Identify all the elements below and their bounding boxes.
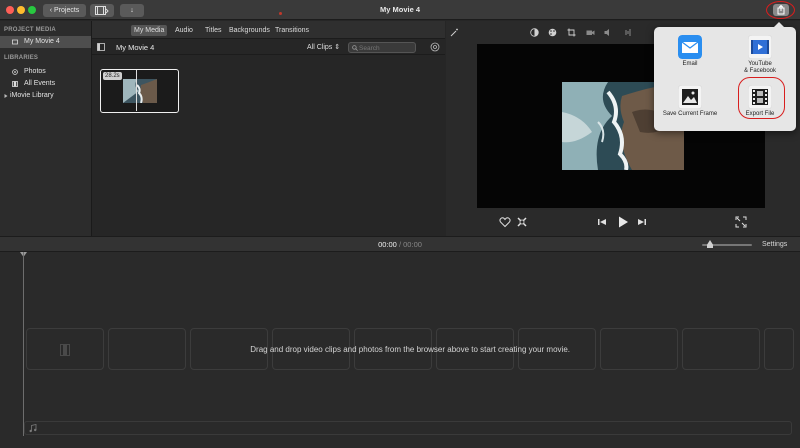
music-note-icon: [29, 424, 37, 433]
sidebar-item-all-events[interactable]: All Events: [0, 78, 91, 90]
clip-filter-dropdown[interactable]: All Clips ⇕: [307, 43, 340, 51]
title-bar: ‹ Projects ↓ My Movie 4: [0, 0, 800, 20]
sidebar-item-label: My Movie 4: [24, 38, 60, 45]
media-browser: My Media Audio Titles Backgrounds Transi…: [92, 21, 445, 236]
media-clip-thumbnail[interactable]: 28.2s: [100, 69, 179, 113]
browser-title: My Movie 4: [116, 43, 155, 52]
favorite-heart-icon[interactable]: [499, 216, 511, 228]
reject-icon[interactable]: [516, 216, 528, 228]
sidebar-item-label: Photos: [24, 68, 46, 75]
sidebar-item-label: iMovie Library: [10, 92, 54, 99]
clip-skimmer-line: [136, 70, 137, 111]
libraries-header: LIBRARIES: [4, 55, 39, 61]
window-title: My Movie 4: [379, 5, 420, 14]
timecode-separator: /: [398, 240, 402, 249]
tab-backgrounds[interactable]: Backgrounds: [229, 25, 270, 36]
libraries-sidebar: PROJECT MEDIA My Movie 4 LIBRARIES Photo…: [0, 21, 92, 236]
recording-indicator: [279, 12, 282, 15]
volume-icon[interactable]: [604, 28, 613, 37]
drop-zone-slot: [600, 328, 678, 370]
tab-transitions[interactable]: Transitions: [275, 25, 309, 36]
updown-chevron-icon: ⇕: [334, 44, 341, 51]
search-box[interactable]: [348, 42, 416, 53]
search-input[interactable]: [359, 44, 413, 52]
film-icon: [12, 81, 18, 87]
stabilization-icon[interactable]: [586, 28, 595, 37]
skip-back-icon[interactable]: [597, 217, 607, 227]
sidebar-toggle-icon[interactable]: [97, 43, 105, 51]
mail-icon: [678, 35, 702, 59]
share-save-frame-label: Save Current Frame: [662, 111, 718, 117]
search-icon: [352, 45, 358, 51]
timeline-area[interactable]: Drag and drop video clips and photos fro…: [0, 252, 800, 448]
share-email-item[interactable]: Email: [656, 30, 724, 76]
share-highlight-annotation: [766, 1, 795, 19]
play-icon[interactable]: [616, 215, 630, 229]
skip-forward-icon[interactable]: [637, 217, 647, 227]
magic-wand-icon[interactable]: [450, 28, 459, 37]
color-palette-icon[interactable]: [548, 28, 557, 37]
timecode-display: 00:00 / 00:00: [0, 240, 800, 249]
share-email-label: Email: [682, 61, 698, 67]
tab-my-media[interactable]: My Media: [131, 25, 168, 36]
share-save-frame-item[interactable]: Save Current Frame: [656, 80, 724, 126]
image-icon: [678, 85, 702, 109]
photos-icon: [12, 69, 18, 75]
clip-filter-label: All Clips: [307, 44, 333, 51]
drop-zone-slot: [764, 328, 794, 370]
playhead-line: [23, 252, 24, 436]
youtube-facebook-icon: [748, 35, 772, 59]
sidebar-item-label: All Events: [24, 80, 56, 87]
crop-icon[interactable]: [567, 28, 576, 37]
share-youtube-facebook-item[interactable]: YouTube & Facebook: [726, 30, 794, 76]
tab-titles[interactable]: Titles: [205, 25, 221, 36]
browser-tabs: My Media Audio Titles Backgrounds Transi…: [92, 21, 445, 39]
share-youtube-facebook-label: YouTube & Facebook: [743, 61, 777, 74]
timeline-toolbar: 00:00 / 00:00 Settings: [0, 236, 800, 252]
clip-thumbnail-image: [123, 79, 157, 103]
sidebar-item-photos[interactable]: Photos: [0, 66, 91, 78]
current-timecode: 00:00: [378, 240, 397, 249]
sidebar-item-imovie-library[interactable]: iMovie Library: [0, 90, 91, 102]
gear-icon[interactable]: [430, 42, 440, 52]
color-balance-icon[interactable]: [530, 28, 539, 37]
audio-lane: [24, 421, 792, 435]
disclosure-icon[interactable]: [3, 93, 9, 99]
fullscreen-icon[interactable]: [735, 216, 747, 228]
total-timecode: 00:00: [403, 240, 422, 249]
sidebar-item-my-movie[interactable]: My Movie 4: [0, 36, 91, 48]
export-file-highlight-annotation: [738, 77, 785, 119]
clip-duration-badge: 28.2s: [103, 72, 122, 80]
browser-header: My Movie 4 All Clips ⇕: [92, 39, 445, 55]
noise-reduction-icon[interactable]: [623, 28, 632, 37]
playback-controls: [446, 213, 800, 233]
drop-zone-slot: [682, 328, 760, 370]
drop-instructions: Drag and drop video clips and photos fro…: [250, 345, 570, 354]
project-icon: [12, 39, 18, 45]
project-media-header: PROJECT MEDIA: [4, 27, 56, 33]
timeline-settings-button[interactable]: Settings: [762, 241, 787, 248]
tab-audio[interactable]: Audio: [175, 25, 193, 36]
